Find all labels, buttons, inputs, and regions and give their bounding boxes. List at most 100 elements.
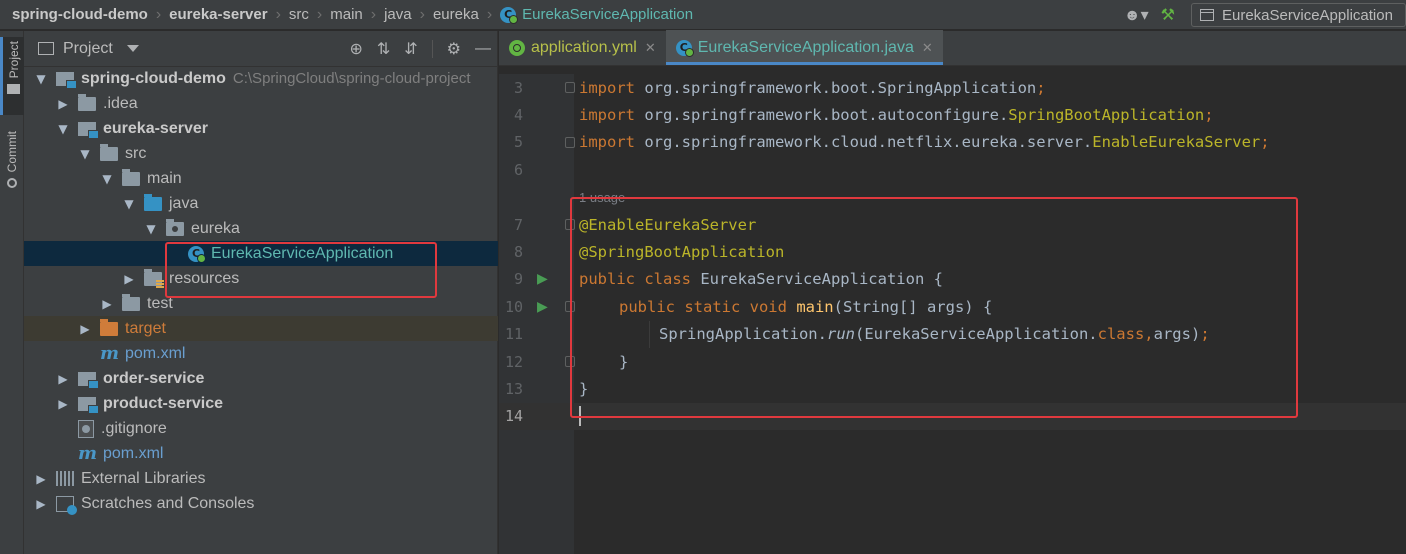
tree-item-pom-root[interactable]: ▶ m pom.xml (24, 441, 498, 466)
breadcrumb-class-label: EurekaServiceApplication (522, 6, 694, 23)
tab-application-yml[interactable]: application.yml ✕ (499, 30, 666, 65)
tree-item-label: eureka (191, 219, 240, 237)
tree-item-eureka-server[interactable]: ▼ eureka-server (24, 116, 498, 141)
tree-item-main[interactable]: ▼ main (24, 166, 498, 191)
tree-item-root[interactable]: ▼ spring-cloud-demo C:\SpringCloud\sprin… (24, 66, 498, 91)
breadcrumb-project[interactable]: spring-cloud-demo (12, 6, 148, 23)
excluded-folder-icon (100, 318, 118, 336)
collapse-all-icon[interactable]: ⇵ (404, 39, 417, 59)
code-line: 13 } (499, 375, 1406, 402)
expand-all-icon[interactable]: ⇅ (377, 39, 390, 59)
tree-item-src[interactable]: ▼ src (24, 141, 498, 166)
tree-item-label: External Libraries (81, 469, 206, 487)
breadcrumb-java[interactable]: java (384, 6, 412, 23)
code-line: 11 SpringApplication.run(EurekaServiceAp… (499, 320, 1406, 348)
tree-item-eureka-package[interactable]: ▼ eureka (24, 216, 498, 241)
tree-item-label: Scratches and Consoles (81, 494, 255, 512)
fold-icon[interactable] (565, 301, 575, 313)
tree-item-target[interactable]: ▶ target (24, 316, 498, 341)
chevron-right-icon: › (370, 5, 377, 23)
tree-item-product-service[interactable]: ▶ product-service (24, 391, 498, 416)
project-tool-button[interactable]: Project (0, 37, 24, 115)
tree-item-external-libraries[interactable]: ▶ External Libraries (24, 466, 498, 491)
resources-folder-icon (144, 268, 164, 288)
chevron-down-icon[interactable]: ▼ (78, 147, 92, 161)
chevron-down-icon[interactable]: ▼ (34, 72, 48, 86)
tree-item-path: C:\SpringCloud\spring-cloud-project (232, 70, 471, 87)
chevron-right-icon[interactable]: ▶ (56, 97, 70, 111)
chevron-down-icon[interactable] (126, 45, 139, 52)
tree-item-scratches[interactable]: ▶ Scratches and Consoles (24, 491, 498, 516)
tree-item-label: spring-cloud-demo (81, 69, 226, 87)
chevron-right-icon[interactable]: ▶ (56, 372, 70, 386)
fold-icon[interactable] (565, 136, 575, 148)
user-account-icon[interactable]: ☻▾ (1118, 3, 1155, 27)
breadcrumb-main[interactable]: main (330, 6, 363, 23)
tab-label: application.yml (531, 38, 637, 56)
tree-item-java[interactable]: ▼ java (24, 191, 498, 216)
run-method-icon[interactable]: ▶ (537, 299, 548, 315)
tree-item-idea[interactable]: ▶ .idea (24, 91, 498, 116)
line-number: 11 (504, 325, 523, 344)
tree-item-label: order-service (103, 369, 205, 387)
chevron-down-icon[interactable]: ▼ (100, 172, 114, 186)
breadcrumb-class[interactable]: C EurekaServiceApplication (500, 6, 694, 24)
module-folder-icon (78, 121, 99, 139)
chevron-right-icon: › (316, 5, 323, 23)
editor-tabs: application.yml ✕ C EurekaServiceApplica… (499, 30, 1406, 66)
chevron-down-icon[interactable]: ▼ (144, 222, 158, 236)
hide-panel-icon[interactable]: — (475, 40, 491, 58)
fold-icon[interactable] (565, 82, 575, 94)
run-configuration-select[interactable]: EurekaServiceApplication (1191, 3, 1406, 27)
divider (431, 40, 433, 58)
chevron-down-icon[interactable]: ▼ (122, 197, 136, 211)
folder-icon (7, 84, 20, 95)
project-panel-title[interactable]: Project (63, 40, 113, 58)
text-caret (579, 406, 581, 427)
close-icon[interactable]: ✕ (922, 40, 933, 56)
fold-icon[interactable] (565, 356, 575, 368)
tree-item-pom-module[interactable]: ▶ m pom.xml (24, 341, 498, 366)
chevron-right-icon[interactable]: ▶ (100, 297, 114, 311)
locate-target-icon[interactable]: ⊕ (349, 39, 362, 59)
chevron-right-icon[interactable]: ▶ (34, 472, 48, 486)
breadcrumb-src[interactable]: src (289, 6, 309, 23)
tree-item-test[interactable]: ▶ test (24, 291, 498, 316)
chevron-down-icon[interactable]: ▼ (56, 122, 70, 136)
chevron-right-icon[interactable]: ▶ (122, 272, 136, 286)
usage-hint[interactable]: 1 usage (579, 190, 625, 205)
spring-config-icon (509, 39, 525, 56)
code-text: import org.springframework.boot.autoconf… (579, 106, 1214, 125)
code-editor: application.yml ✕ C EurekaServiceApplica… (499, 30, 1406, 554)
tree-item-eureka-service-application[interactable]: ▶ C EurekaServiceApplication (24, 241, 498, 266)
tree-item-order-service[interactable]: ▶ order-service (24, 366, 498, 391)
chevron-right-icon: › (275, 5, 281, 23)
tree-item-resources[interactable]: ▶ resources (24, 266, 498, 291)
line-number: 8 (513, 243, 523, 262)
project-tool-label: Project (6, 41, 21, 79)
gear-icon[interactable]: ⚙ (447, 39, 461, 59)
close-icon[interactable]: ✕ (645, 40, 656, 56)
line-number: 9 (513, 270, 523, 289)
code-line: 5 import org.springframework.cloud.netfl… (499, 129, 1406, 156)
line-number: 7 (513, 215, 523, 234)
chevron-right-icon[interactable]: ▶ (78, 322, 92, 336)
chevron-right-icon[interactable]: ▶ (56, 397, 70, 411)
tree-item-label: .idea (103, 94, 138, 112)
chevron-right-icon: › (155, 5, 162, 23)
chevron-right-icon: › (419, 5, 425, 23)
fold-icon[interactable] (565, 219, 575, 231)
line-number: 3 (513, 78, 523, 97)
tree-item-gitignore[interactable]: ▶ .gitignore (24, 416, 498, 441)
build-hammer-icon[interactable]: ⚒ (1155, 3, 1181, 27)
code-area[interactable]: 3 import org.springframework.boot.Spring… (499, 74, 1406, 431)
breadcrumb-package[interactable]: eureka (433, 6, 479, 23)
project-panel-tools: ⊕ ⇅ ⇵ ⚙ — (349, 31, 491, 67)
tab-eureka-service-application[interactable]: C EurekaServiceApplication.java ✕ (665, 30, 943, 65)
commit-tool-button[interactable]: Commit (0, 127, 24, 205)
chevron-right-icon[interactable]: ▶ (34, 497, 48, 511)
java-class-icon: C (188, 245, 206, 263)
run-class-icon[interactable]: ▶ (537, 271, 548, 287)
breadcrumb-module[interactable]: eureka-server (169, 6, 267, 23)
commit-icon (7, 178, 17, 189)
